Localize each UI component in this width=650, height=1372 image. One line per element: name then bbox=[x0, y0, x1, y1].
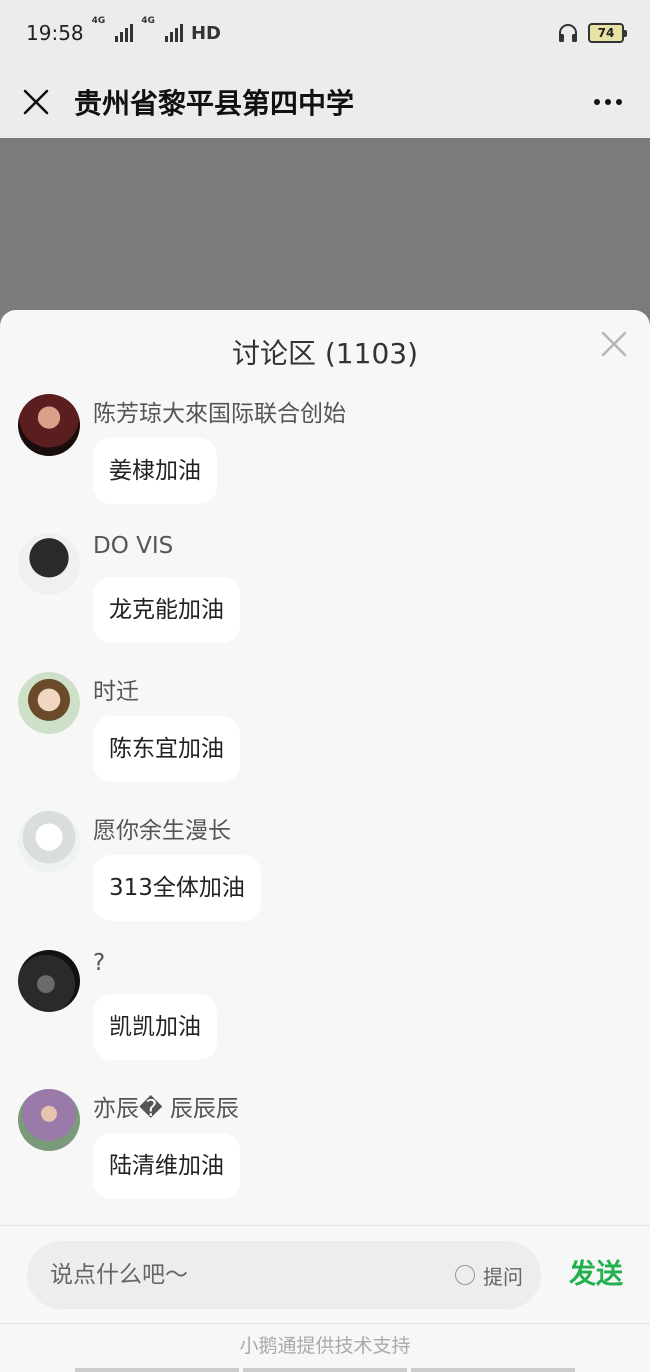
avatar[interactable] bbox=[18, 811, 80, 873]
network-type-1: 4G bbox=[91, 16, 106, 26]
comment-message: 龙克能加油 bbox=[93, 577, 240, 643]
signal-icon bbox=[115, 24, 134, 42]
discussion-title: 讨论区 (1103) bbox=[231, 337, 418, 370]
avatar[interactable] bbox=[18, 950, 80, 1012]
footer: 小鹅通提供技术支持 bbox=[0, 1323, 650, 1372]
signal-icon bbox=[164, 24, 183, 42]
status-bar: 19:58 4G 4G HD 74 bbox=[0, 0, 650, 66]
comment-item: 陈芳琼大來国际联合创始 姜棣加油 bbox=[0, 394, 650, 533]
avatar[interactable] bbox=[18, 394, 80, 456]
comment-item: 亦辰� 辰辰辰 陆清维加油 bbox=[0, 1089, 650, 1228]
comment-input-placeholder: 说点什么吧～ bbox=[50, 1262, 188, 1288]
avatar[interactable] bbox=[18, 1089, 80, 1151]
close-icon[interactable] bbox=[600, 330, 628, 358]
comment-username: 亦辰� 辰辰辰 bbox=[93, 1096, 239, 1122]
radio-icon[interactable] bbox=[455, 1265, 475, 1285]
comment-username: 陈芳琼大來国际联合创始 bbox=[93, 401, 346, 427]
hd-indicator: HD bbox=[190, 22, 221, 44]
send-button[interactable]: 发送 bbox=[569, 1241, 623, 1309]
battery-level: 74 bbox=[597, 26, 615, 40]
comment-message: 陈东宜加油 bbox=[93, 716, 240, 782]
ask-question-toggle[interactable]: 提问 bbox=[455, 1241, 523, 1309]
status-time: 19:58 bbox=[26, 21, 84, 45]
comment-item: 愿你余生漫长 313全体加油 bbox=[0, 811, 650, 950]
ask-question-label: 提问 bbox=[483, 1264, 523, 1289]
title-bar: 贵州省黎平县第四中学 bbox=[0, 66, 650, 138]
close-icon[interactable] bbox=[22, 88, 50, 116]
headset-icon bbox=[559, 24, 577, 42]
comment-message: 陆清维加油 bbox=[93, 1133, 240, 1199]
comment-username: 愿你余生漫长 bbox=[93, 818, 231, 844]
discussion-panel: 讨论区 (1103) 陈芳琼大來国际联合创始 姜棣加油 DO VIS 龙克能加油… bbox=[0, 310, 650, 1372]
more-icon[interactable] bbox=[588, 87, 628, 117]
comment-message: 凯凯加油 bbox=[93, 994, 217, 1060]
battery-indicator: 74 bbox=[588, 23, 627, 43]
comment-item: 时迁 陈东宜加油 bbox=[0, 672, 650, 811]
comment-item: ? 凯凯加油 bbox=[0, 950, 650, 1089]
powered-by-text: 小鹅通提供技术支持 bbox=[239, 1335, 411, 1357]
comment-input[interactable]: 说点什么吧～ 提问 bbox=[27, 1241, 541, 1309]
video-player-area[interactable] bbox=[0, 138, 650, 318]
comment-item: DO VIS 龙克能加油 bbox=[0, 533, 650, 672]
comment-username: DO VIS bbox=[93, 533, 174, 559]
avatar[interactable] bbox=[18, 672, 80, 734]
comment-input-bar: 说点什么吧～ 提问 发送 bbox=[0, 1225, 650, 1323]
comment-username: ? bbox=[93, 950, 106, 976]
avatar[interactable] bbox=[18, 533, 80, 595]
comment-list: 陈芳琼大來国际联合创始 姜棣加油 DO VIS 龙克能加油 时迁 陈东宜加油 愿… bbox=[0, 394, 650, 1228]
comment-message: 313全体加油 bbox=[93, 855, 261, 921]
network-type-2: 4G bbox=[141, 16, 155, 26]
home-indicator bbox=[75, 1368, 575, 1372]
comment-message: 姜棣加油 bbox=[93, 438, 217, 504]
comment-username: 时迁 bbox=[93, 679, 139, 705]
page-title: 贵州省黎平县第四中学 bbox=[74, 87, 355, 120]
